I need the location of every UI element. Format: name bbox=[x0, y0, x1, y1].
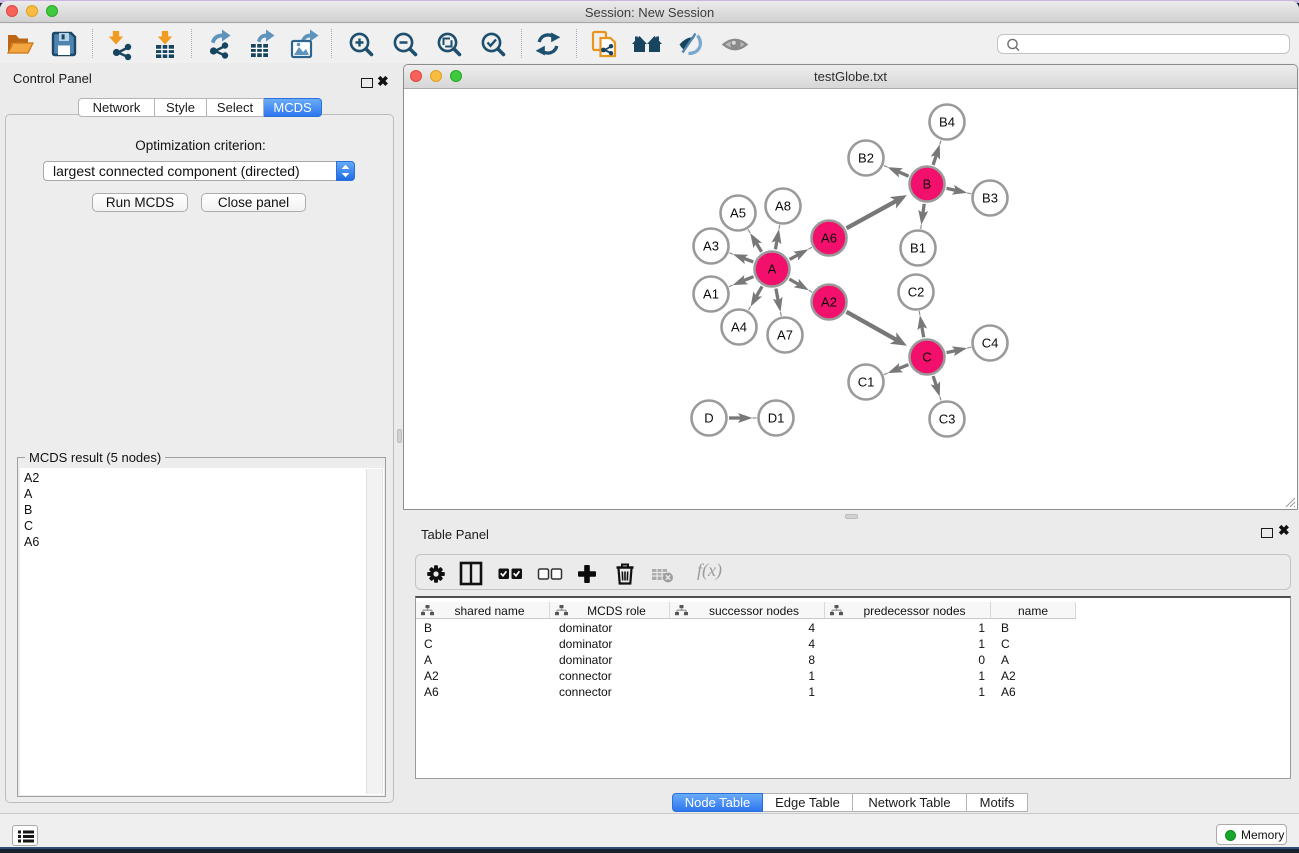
svg-text:A1: A1 bbox=[703, 287, 719, 302]
svg-text:A4: A4 bbox=[731, 320, 747, 335]
svg-text:C4: C4 bbox=[982, 336, 999, 351]
svg-text:C: C bbox=[922, 350, 931, 365]
svg-text:B3: B3 bbox=[982, 191, 998, 206]
svg-text:B2: B2 bbox=[858, 151, 874, 166]
svg-text:A7: A7 bbox=[777, 328, 793, 343]
svg-text:C1: C1 bbox=[858, 375, 875, 390]
svg-text:D: D bbox=[704, 411, 713, 426]
svg-text:A6: A6 bbox=[821, 231, 837, 246]
svg-text:B1: B1 bbox=[910, 241, 926, 256]
svg-text:B4: B4 bbox=[939, 115, 955, 130]
svg-text:B: B bbox=[923, 177, 932, 192]
svg-text:A2: A2 bbox=[821, 295, 837, 310]
svg-text:A8: A8 bbox=[775, 199, 791, 214]
svg-text:C2: C2 bbox=[908, 285, 925, 300]
svg-text:D1: D1 bbox=[768, 411, 785, 426]
svg-text:A5: A5 bbox=[730, 206, 746, 221]
svg-text:A3: A3 bbox=[703, 239, 719, 254]
svg-text:A: A bbox=[768, 262, 777, 277]
svg-text:C3: C3 bbox=[939, 412, 956, 427]
